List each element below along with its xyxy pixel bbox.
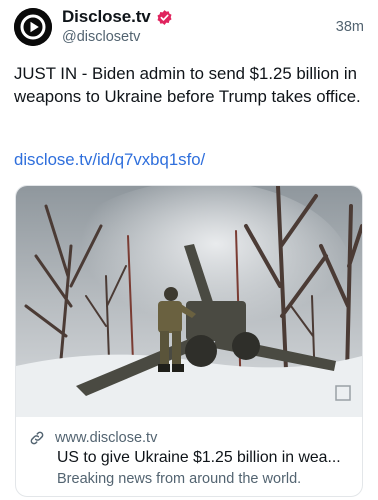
card-description: Breaking news from around the world. bbox=[57, 471, 302, 487]
card-title[interactable]: US to give Ukraine $1.25 billion in wea.… bbox=[57, 447, 357, 468]
avatar[interactable] bbox=[14, 8, 52, 46]
verified-badge-icon bbox=[157, 9, 172, 25]
card-domain: www.disclose.tv bbox=[55, 430, 158, 446]
post-text: JUST IN - Biden admin to send $1.25 bill… bbox=[14, 64, 361, 106]
link-preview-card[interactable]: www.disclose.tv US to give Ukraine $1.25… bbox=[15, 185, 363, 497]
artillery-photo[interactable] bbox=[16, 186, 362, 417]
post[interactable]: Disclose.tv @disclosetv 38m JUST IN - Bi… bbox=[0, 0, 378, 500]
name-row: Disclose.tv bbox=[62, 7, 173, 27]
card-domain-row: www.disclose.tv bbox=[29, 430, 157, 446]
display-name[interactable]: Disclose.tv bbox=[62, 7, 151, 27]
post-header: Disclose.tv @disclosetv 38m bbox=[14, 6, 366, 48]
post-timestamp[interactable]: 38m bbox=[336, 19, 364, 35]
play-logo-icon bbox=[14, 8, 52, 46]
link-icon bbox=[30, 431, 44, 445]
author-handle[interactable]: @disclosetv bbox=[62, 29, 140, 45]
post-link[interactable]: disclose.tv/id/q7vxbq1sfo/ bbox=[14, 149, 205, 171]
